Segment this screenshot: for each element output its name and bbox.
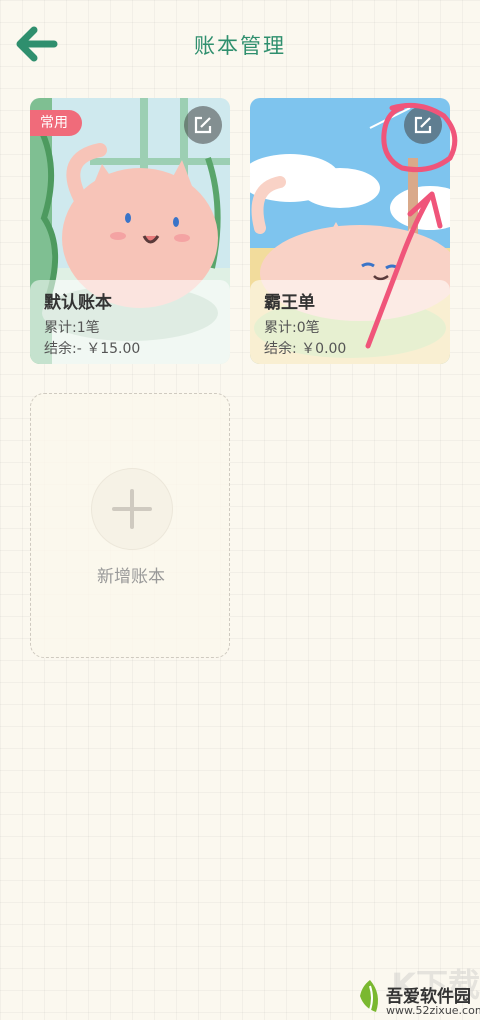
add-book-button[interactable]: [91, 468, 173, 550]
add-book-label: 新增账本: [97, 567, 165, 587]
book-balance: 结余: ￥0.00: [264, 341, 347, 357]
edit-icon: [414, 116, 432, 134]
book-name: 霸王单: [264, 293, 315, 313]
edit-book-button[interactable]: [404, 106, 442, 144]
book-card-bawangdan[interactable]: 霸王单 累计:0笔 结余: ￥0.00: [250, 98, 450, 364]
book-count: 累计:1笔: [44, 320, 100, 336]
book-balance: 结余:- ￥15.00: [44, 341, 141, 357]
header: 账本管理: [0, 0, 480, 90]
common-tag: 常用: [30, 110, 82, 136]
book-count: 累计:0笔: [264, 320, 320, 336]
edit-book-button[interactable]: [184, 106, 222, 144]
book-card-default[interactable]: 常用 默认账本 累计:1笔 结余:- ￥15.00: [30, 98, 230, 364]
plus-icon: [112, 489, 152, 529]
book-name: 默认账本: [44, 293, 112, 313]
page-title: 账本管理: [194, 34, 286, 58]
edit-icon: [194, 116, 212, 134]
add-book-card[interactable]: 新增账本: [30, 393, 230, 658]
book-info: 默认账本 累计:1笔 结余:- ￥15.00: [30, 280, 230, 364]
watermark: K下载 吾爱软件园 www.52zixue.com: [356, 960, 480, 1020]
watermark-logo-icon: [360, 980, 378, 1012]
book-info: 霸王单 累计:0笔 结余: ￥0.00: [250, 280, 450, 364]
watermark-url: www.52zixue.com: [386, 1004, 480, 1017]
